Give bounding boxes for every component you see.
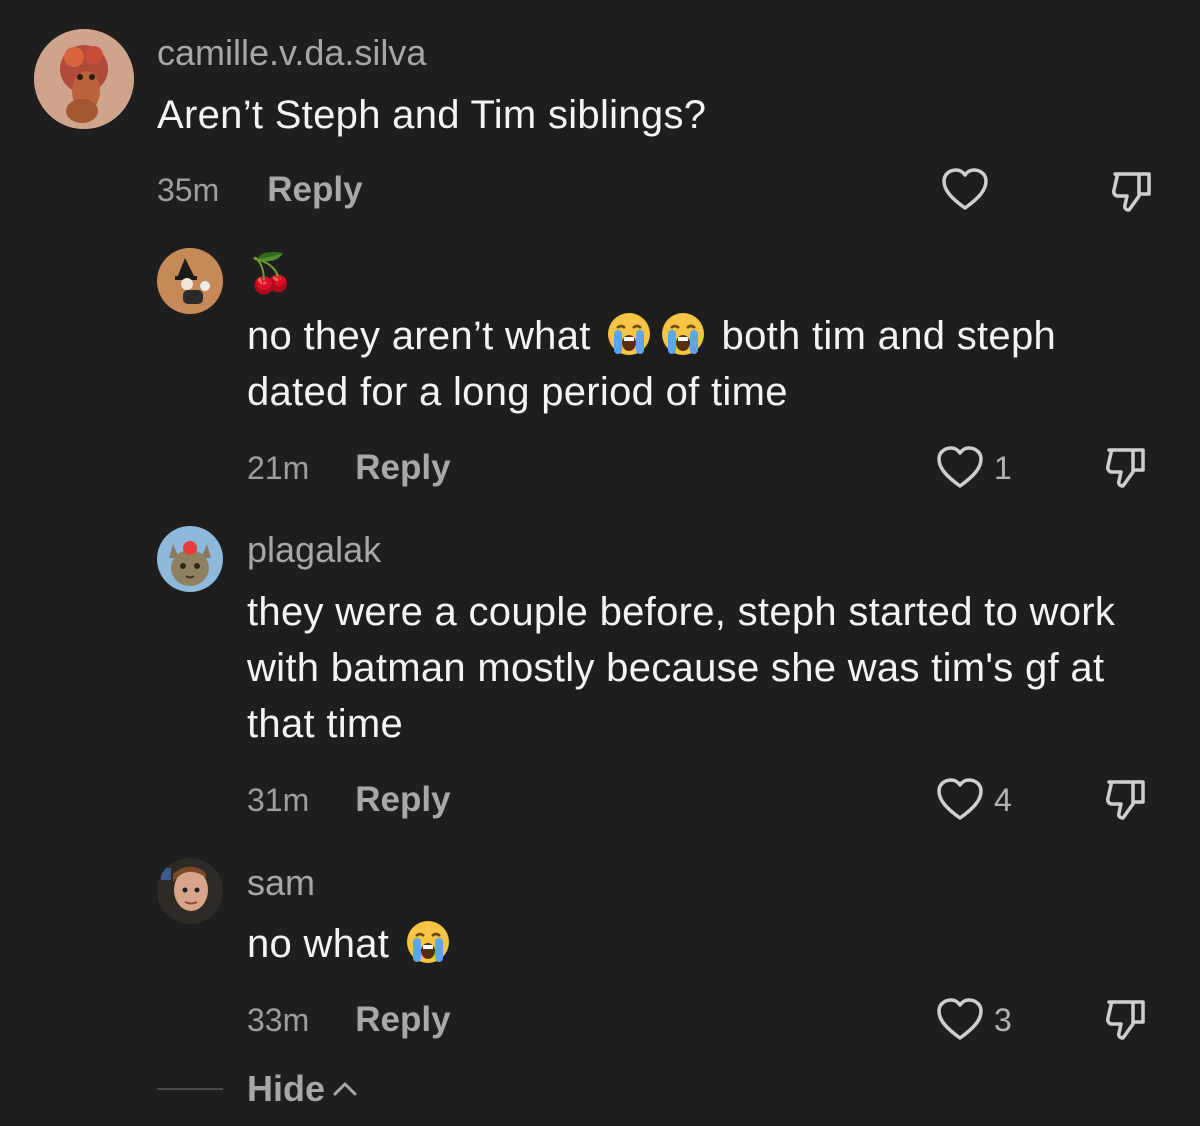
avatar[interactable] — [34, 29, 134, 129]
comment-text: they were a couple before, steph started… — [247, 590, 1116, 746]
comment-meta: 33m Reply — [247, 1000, 451, 1040]
comment-text: no they aren’t what both tim and steph d… — [247, 308, 1167, 420]
timestamp: 33m — [247, 1001, 310, 1038]
timestamp: 35m — [157, 171, 220, 208]
username[interactable]: camille.v.da.silva — [157, 32, 426, 74]
heart-outline-icon — [937, 778, 983, 820]
hide-replies-button[interactable]: Hide — [157, 1068, 359, 1110]
hide-label: Hide — [247, 1068, 326, 1109]
like-count: 1 — [994, 449, 1012, 486]
dislike-button[interactable] — [1103, 444, 1151, 497]
avatar[interactable] — [157, 858, 223, 924]
like-button[interactable]: 1 — [936, 446, 1012, 490]
like-count: 4 — [994, 781, 1012, 818]
comment-text: no what — [247, 916, 1127, 972]
thumbs-down-outline-icon — [1106, 448, 1145, 488]
timestamp: 21m — [247, 449, 310, 486]
avatar[interactable] — [157, 248, 223, 314]
reply-button[interactable]: Reply — [355, 448, 450, 488]
reply-button[interactable]: Reply — [355, 780, 450, 820]
comments-page: camille.v.da.silva Aren’t Steph and Tim … — [0, 0, 1200, 1126]
dislike-button[interactable] — [1103, 996, 1151, 1049]
chevron-up-icon — [333, 1082, 357, 1096]
comment-meta: 21m Reply — [247, 448, 451, 488]
heart-outline-icon — [937, 446, 983, 488]
loudly-crying-face-emoji — [406, 921, 449, 963]
dislike-button[interactable] — [1109, 168, 1157, 221]
like-count: 3 — [994, 1001, 1012, 1038]
comment-meta: 35m Reply — [157, 170, 363, 210]
timestamp: 31m — [247, 781, 310, 818]
heart-outline-icon — [937, 998, 983, 1040]
comment-text: Aren’t Steph and Tim siblings? — [157, 93, 707, 137]
reply-button[interactable]: Reply — [355, 1000, 450, 1040]
like-button[interactable] — [941, 168, 989, 212]
reply-button[interactable]: Reply — [267, 170, 362, 210]
thumbs-down-outline-icon — [1106, 780, 1145, 820]
loudly-crying-face-emoji — [608, 313, 651, 355]
like-button[interactable]: 4 — [936, 778, 1012, 822]
avatar[interactable] — [157, 526, 223, 592]
comment-meta: 31m Reply — [247, 780, 451, 820]
dislike-button[interactable] — [1103, 776, 1151, 829]
comment-text-part-1: no they aren’t what — [247, 314, 591, 358]
divider — [157, 1088, 223, 1090]
username[interactable]: 🍒 — [247, 252, 294, 296]
thumbs-down-outline-icon — [1106, 1000, 1145, 1040]
heart-outline-icon — [942, 168, 988, 210]
like-button[interactable]: 3 — [936, 998, 1012, 1042]
comment-text-part-1: no what — [247, 922, 390, 966]
username[interactable]: sam — [247, 862, 315, 904]
thumbs-down-outline-icon — [1112, 172, 1151, 212]
loudly-crying-face-emoji — [662, 313, 705, 355]
username[interactable]: plagalak — [247, 529, 381, 571]
